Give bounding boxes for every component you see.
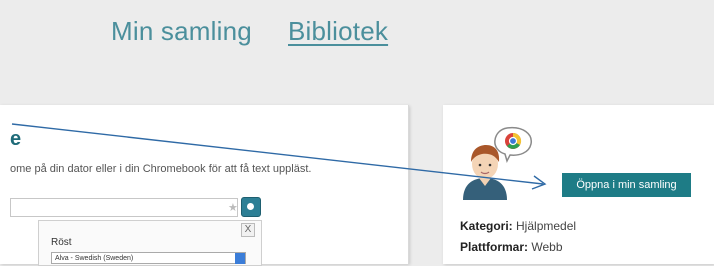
card-title: e bbox=[10, 128, 22, 150]
extension-icon bbox=[241, 197, 261, 217]
user-chrome-avatar-icon bbox=[463, 126, 532, 200]
nav-bibliotek[interactable]: Bibliotek bbox=[288, 16, 388, 47]
browser-screenshot: ★ X Röst Alva - Swedish (Sweden) bbox=[10, 194, 262, 266]
category-label: Kategori: bbox=[460, 219, 513, 233]
voice-select: Alva - Swedish (Sweden) bbox=[51, 252, 246, 264]
voice-label: Röst bbox=[51, 237, 72, 248]
platforms-row: Plattformar: Webb bbox=[460, 240, 563, 254]
open-in-collection-button[interactable]: Öppna i min samling bbox=[562, 173, 691, 197]
voice-select-value: Alva - Swedish (Sweden) bbox=[55, 255, 134, 262]
platforms-label: Plattformar: bbox=[460, 240, 529, 254]
category-value: Hjälpmedel bbox=[516, 219, 577, 233]
nav-min-samling[interactable]: Min samling bbox=[111, 16, 252, 47]
star-icon: ★ bbox=[228, 202, 238, 214]
address-bar: ★ bbox=[10, 198, 238, 217]
select-arrow-icon bbox=[235, 253, 245, 264]
category-row: Kategori: Hjälpmedel bbox=[460, 219, 576, 233]
top-navigation: Min samling Bibliotek bbox=[0, 0, 714, 96]
card-description: ome på din dator eller i din Chromebook … bbox=[10, 163, 312, 175]
extension-popup: X Röst Alva - Swedish (Sweden) bbox=[38, 220, 262, 266]
close-icon: X bbox=[241, 223, 255, 237]
platforms-value: Webb bbox=[531, 240, 563, 254]
